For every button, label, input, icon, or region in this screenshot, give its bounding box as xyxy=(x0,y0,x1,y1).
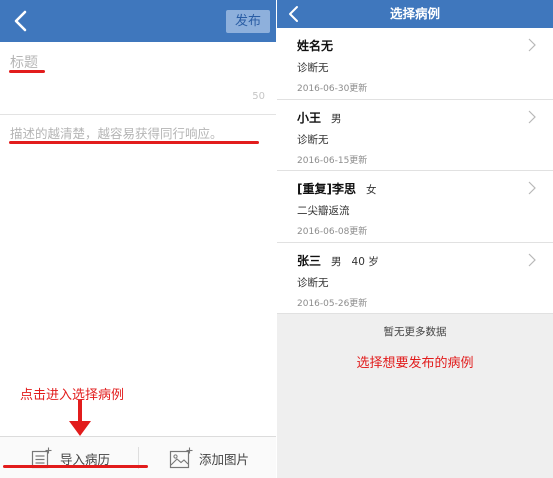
chevron-left-icon xyxy=(14,10,27,32)
select-case-screen: 选择病例 姓名无 诊断无 2016-06-30更新 小王男 诊断无 2016-0… xyxy=(277,0,553,478)
case-row[interactable]: 张三男 40 岁 诊断无 2016-05-26更新 xyxy=(277,243,553,314)
case-name: 小王 xyxy=(297,110,322,125)
case-diagnosis: 二尖瓣返流 xyxy=(297,205,350,217)
description-annotation-underline xyxy=(9,141,259,144)
image-add-icon xyxy=(169,447,193,469)
case-updated-date: 2016-05-26更新 xyxy=(297,298,368,309)
compose-toolbar: 导入病历 添加图片 xyxy=(0,436,276,478)
case-name: 张三 xyxy=(297,253,322,268)
case-gender: 男 xyxy=(331,255,342,268)
case-name: [重复]李思 xyxy=(297,182,356,196)
case-row[interactable]: [重复]李思女 二尖瓣返流 2016-06-08更新 xyxy=(277,171,553,243)
import-annotation-underline xyxy=(3,465,148,468)
arrow-down-icon xyxy=(69,400,91,436)
case-updated-date: 2016-06-15更新 xyxy=(297,155,368,166)
case-gender: 男 xyxy=(331,112,342,125)
publish-button[interactable]: 发布 xyxy=(226,10,270,33)
select-case-annotation: 选择想要发布的病例 xyxy=(356,356,474,371)
chevron-right-icon xyxy=(528,38,536,52)
no-more-data-text: 暂无更多数据 xyxy=(383,326,447,338)
case-age: 40 岁 xyxy=(351,255,379,268)
case-gender: 女 xyxy=(365,184,377,196)
title-char-counter: 50 xyxy=(252,91,265,102)
case-list: 姓名无 诊断无 2016-06-30更新 小王男 诊断无 2016-06-15更… xyxy=(277,28,553,314)
add-image-button[interactable]: 添加图片 xyxy=(169,446,249,470)
description-input[interactable]: 描述的越清楚，越容易获得同行响应。 xyxy=(10,123,223,142)
case-name: 姓名无 xyxy=(297,39,334,53)
chevron-right-icon xyxy=(528,110,536,123)
case-row[interactable]: 小王男 诊断无 2016-06-15更新 xyxy=(277,100,553,171)
case-updated-date: 2016-06-30更新 xyxy=(297,84,368,94)
page-title: 选择病例 xyxy=(389,6,440,21)
back-button[interactable] xyxy=(283,3,305,25)
case-diagnosis: 诊断无 xyxy=(297,133,329,146)
chevron-right-icon xyxy=(528,181,536,195)
compose-navbar: 发布 xyxy=(0,0,276,42)
back-button[interactable] xyxy=(6,6,36,36)
case-updated-date: 2016-06-08更新 xyxy=(297,227,368,237)
compose-screen: 发布 标题 50 描述的越清楚，越容易获得同行响应。 点击进入选择病例 导入病历 xyxy=(0,0,276,478)
select-case-navbar: 选择病例 xyxy=(277,0,553,28)
title-input[interactable]: 标题 xyxy=(10,52,38,72)
case-row[interactable]: 姓名无 诊断无 2016-06-30更新 xyxy=(277,28,553,100)
add-image-label: 添加图片 xyxy=(199,451,250,467)
case-diagnosis: 诊断无 xyxy=(297,276,329,289)
chevron-left-icon xyxy=(289,6,298,22)
title-annotation-underline xyxy=(9,70,45,73)
title-divider xyxy=(0,114,276,115)
chevron-right-icon xyxy=(528,253,536,266)
case-diagnosis: 诊断无 xyxy=(297,62,329,74)
